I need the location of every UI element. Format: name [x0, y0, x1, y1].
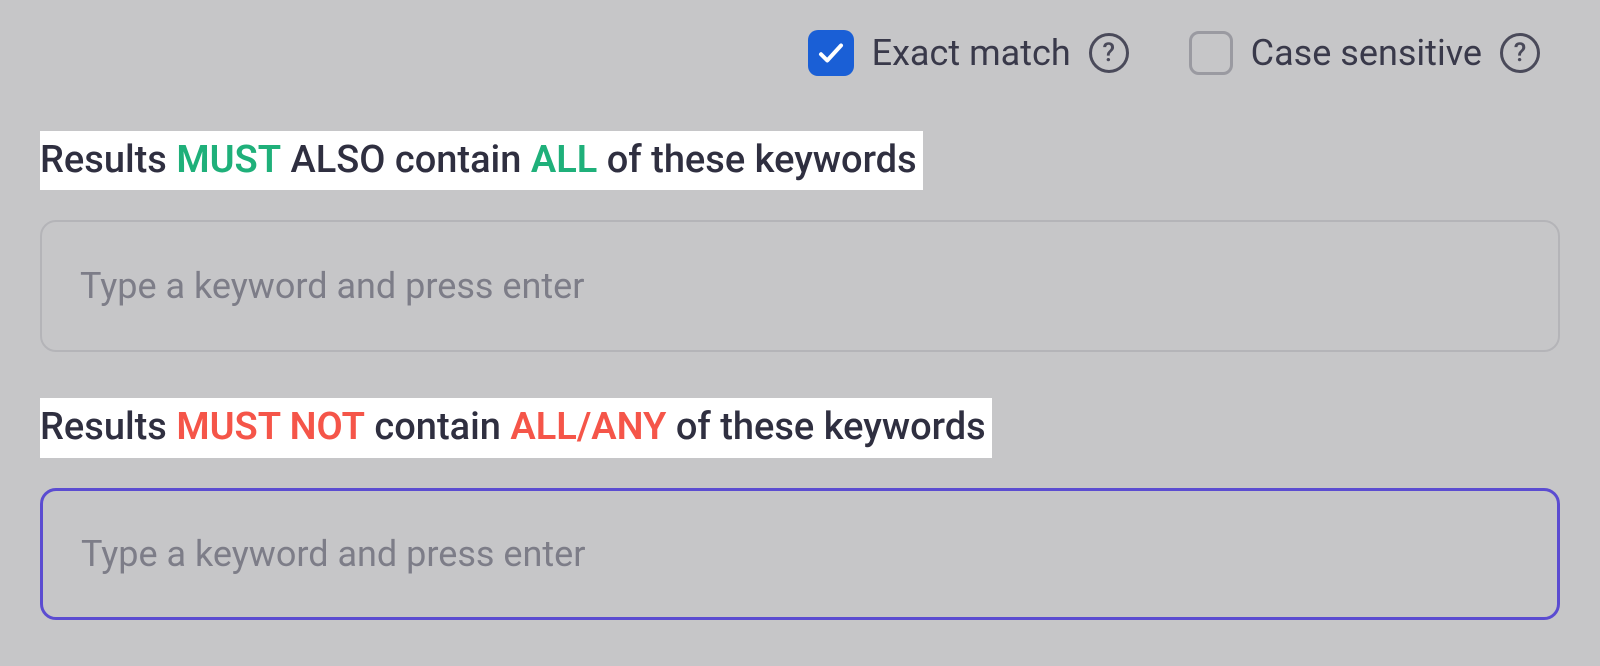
exact-match-checkbox[interactable] [808, 30, 854, 76]
exact-match-label: Exact match [872, 32, 1071, 74]
must-contain-heading: Results MUST ALSO contain ALL of these k… [40, 131, 923, 190]
check-icon [816, 38, 846, 68]
must-contain-input[interactable] [78, 264, 1522, 308]
case-sensitive-option: Case sensitive ? [1189, 31, 1540, 75]
exact-match-option: Exact match ? [808, 30, 1129, 76]
case-sensitive-label: Case sensitive [1251, 32, 1482, 74]
must-not-contain-input[interactable] [79, 532, 1521, 576]
must-not-contain-heading: Results MUST NOT contain ALL/ANY of thes… [40, 398, 992, 457]
must-not-contain-input-box[interactable] [40, 488, 1560, 620]
exact-match-help-icon[interactable]: ? [1089, 33, 1129, 73]
case-sensitive-checkbox[interactable] [1189, 31, 1233, 75]
must-contain-section: Results MUST ALSO contain ALL of these k… [40, 131, 1560, 352]
must-contain-input-box[interactable] [40, 220, 1560, 352]
match-options-row: Exact match ? Case sensitive ? [40, 30, 1560, 76]
must-not-contain-section: Results MUST NOT contain ALL/ANY of thes… [40, 398, 1560, 619]
case-sensitive-help-icon[interactable]: ? [1500, 33, 1540, 73]
keyword-filter-panel: Exact match ? Case sensitive ? Results M… [0, 0, 1600, 666]
